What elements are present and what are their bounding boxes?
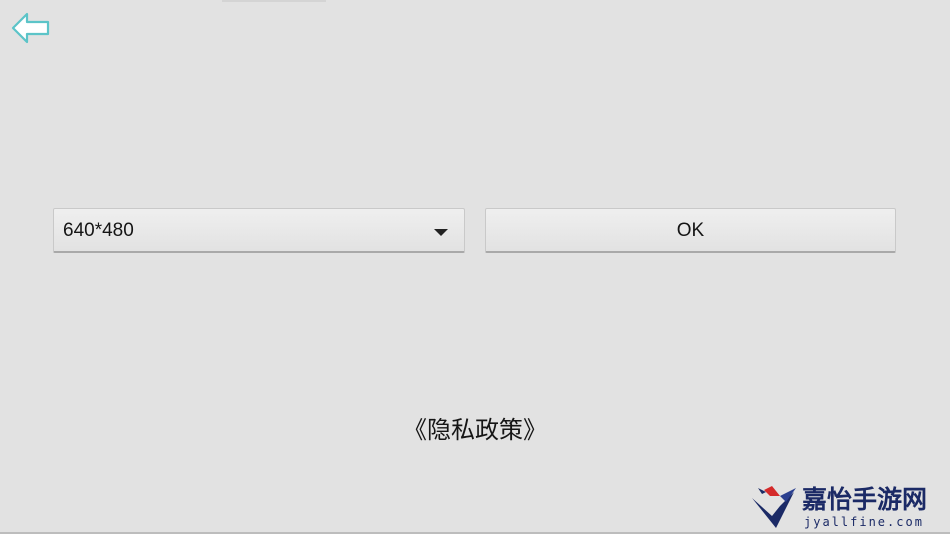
bird-logo-icon [752, 486, 796, 528]
app-screen: 640*480 OK 《隐私政策》 嘉怡手游网 jyallfine.com [0, 0, 950, 534]
ok-button[interactable]: OK [485, 208, 896, 253]
top-notch [222, 0, 326, 2]
arrow-left-icon [11, 12, 50, 44]
resolution-value: 640*480 [63, 220, 134, 241]
watermark-url: jyallfine.com [804, 515, 924, 529]
watermark: 嘉怡手游网 jyallfine.com [750, 484, 950, 534]
watermark-name: 嘉怡手游网 [802, 485, 928, 514]
back-button[interactable] [10, 11, 52, 45]
resolution-dropdown[interactable]: 640*480 [53, 208, 465, 253]
privacy-policy-link[interactable]: 《隐私政策》 [0, 410, 950, 450]
triangle-down-icon [434, 229, 448, 236]
